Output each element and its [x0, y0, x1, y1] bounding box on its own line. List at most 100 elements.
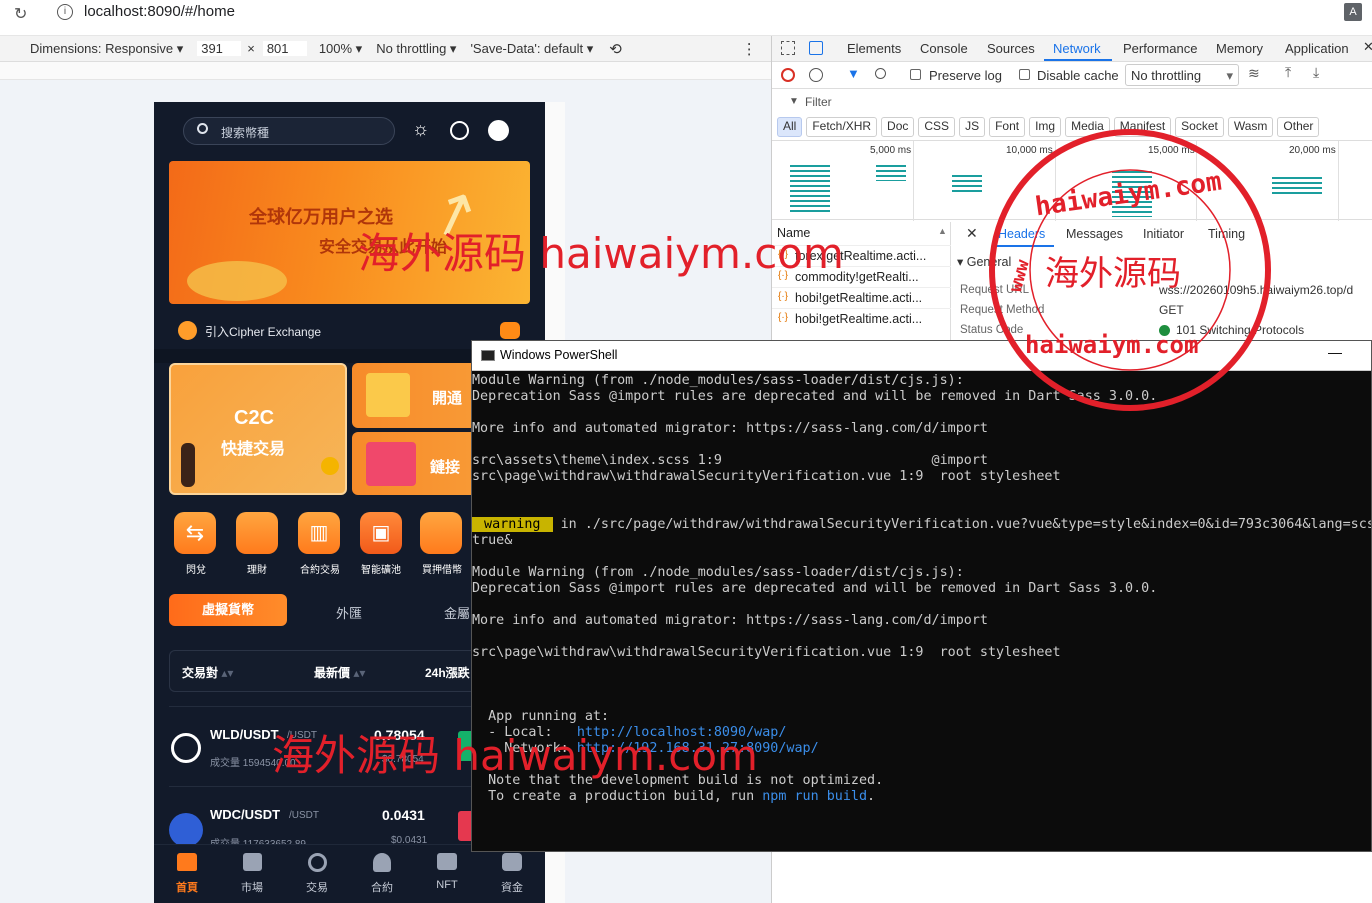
tab-performance[interactable]: Performance	[1123, 41, 1197, 56]
notice-bar[interactable]: 引入Cipher Exchange	[178, 320, 523, 340]
browser-address-bar: ↻ i localhost:8090/#/home A	[0, 0, 1372, 36]
site-info-icon[interactable]: i	[57, 4, 73, 20]
throttle-select[interactable]: No throttling ▾	[1125, 64, 1239, 86]
header-change[interactable]: 24h漲跌	[425, 664, 470, 681]
theme-toggle-icon[interactable]: ☼	[412, 119, 429, 141]
seal-center-text: 海外源码	[1045, 254, 1181, 294]
terminal-line: More info and automated migrator: https:…	[472, 421, 988, 436]
url-text[interactable]: localhost:8090/#/home	[84, 3, 235, 20]
xhr-icon: {·}	[778, 291, 789, 302]
zoom-select[interactable]: 100% ▾	[319, 41, 362, 57]
open-card-label: 開通	[432, 390, 463, 407]
dimensions-select[interactable]: Dimensions: Responsive ▾	[30, 41, 183, 57]
translate-icon[interactable]: A	[1344, 3, 1362, 21]
coin-icon	[321, 457, 339, 475]
powershell-icon	[481, 350, 495, 361]
tab-sources[interactable]: Sources	[987, 41, 1035, 56]
timeline-bars	[952, 175, 982, 195]
tab-memory[interactable]: Memory	[1216, 41, 1263, 56]
timeline-bars	[876, 165, 906, 181]
bottom-nav: 首頁 市場 交易 合約 NFT 資金	[154, 844, 545, 903]
tab-forex[interactable]: 外匯	[336, 603, 362, 622]
pair-quote: /USDT	[289, 810, 319, 821]
terminal-line: src\page\withdraw\withdrawalSecurityVeri…	[472, 645, 1061, 660]
wifi-icon[interactable]: ≋	[1248, 65, 1260, 82]
tab-network[interactable]: Network	[1053, 41, 1101, 56]
account-icon[interactable]	[488, 120, 509, 141]
note-fragment: .	[867, 789, 876, 804]
save-data-select[interactable]: 'Save-Data': default ▾	[470, 41, 593, 57]
throttle-select[interactable]: No throttling ▾	[376, 41, 456, 57]
nav-home[interactable]: 首頁	[170, 853, 204, 895]
header-price[interactable]: 最新價 ▴▾	[314, 664, 365, 681]
bar-chart-icon: ▥	[298, 512, 340, 554]
height-input[interactable]: 801	[262, 41, 307, 56]
filter-all[interactable]: All	[777, 117, 803, 137]
filter-input[interactable]: Filter	[805, 95, 832, 109]
clear-icon[interactable]	[809, 68, 823, 82]
close-details-icon[interactable]: ✕	[966, 225, 978, 242]
minimize-button[interactable]: —	[1328, 344, 1342, 360]
export-icon[interactable]: ⤓	[1313, 64, 1319, 81]
wld-coin-icon	[171, 733, 201, 763]
nav-nft[interactable]: NFT	[430, 853, 464, 891]
filter-css[interactable]: CSS	[918, 117, 956, 137]
c2c-card[interactable]: C2C 快捷交易	[169, 363, 347, 495]
nav-label: 首頁	[176, 882, 198, 894]
notice-menu-icon[interactable]	[500, 322, 520, 339]
xhr-icon: {·}	[778, 312, 789, 323]
c2c-title: C2C	[234, 407, 275, 429]
nav-label: 交易	[306, 882, 328, 894]
close-icon[interactable]: ✕	[1363, 39, 1372, 55]
tab-elements[interactable]: Elements	[847, 41, 901, 56]
action-label: 智能礦池	[361, 565, 401, 576]
language-icon[interactable]	[450, 121, 469, 140]
search-input[interactable]: 搜索幣種	[221, 124, 269, 141]
watermark-text: 海外源码 haiwaiym.com	[358, 229, 844, 278]
timeline-bars	[790, 165, 830, 213]
action-label: 買押借幣	[422, 565, 462, 576]
tab-crypto[interactable]: 虛擬貨幣	[169, 594, 287, 626]
filter-doc[interactable]: Doc	[881, 117, 915, 137]
width-input[interactable]: 391	[197, 41, 242, 56]
warning-badge: warning	[472, 517, 553, 532]
terminal-line: More info and automated migrator: https:…	[472, 613, 988, 628]
filter-js[interactable]: JS	[959, 117, 986, 137]
nav-contract[interactable]: 合約	[365, 853, 399, 895]
more-options-icon[interactable]: ⋮	[742, 40, 757, 58]
disable-cache-checkbox[interactable]	[1019, 69, 1030, 80]
filter-fetch-xhr[interactable]: Fetch/XHR	[806, 117, 878, 137]
list-item[interactable]: {·} hobi!getRealtime.acti...	[772, 308, 951, 329]
tab-metals[interactable]: 金屬	[444, 603, 470, 622]
funds-icon	[502, 853, 522, 871]
search-icon[interactable]	[875, 68, 886, 79]
nav-trade[interactable]: 交易	[300, 853, 334, 895]
link-card-label: 鏈接	[430, 459, 461, 476]
record-icon[interactable]	[781, 68, 795, 82]
inspect-element-icon[interactable]	[781, 41, 795, 55]
preserve-log-checkbox[interactable]	[910, 69, 921, 80]
devtools-tabbar: Elements Console Sources Network Perform…	[772, 36, 1372, 62]
tab-console[interactable]: Console	[920, 41, 968, 56]
reload-icon[interactable]: ↻	[14, 4, 27, 24]
nav-funds[interactable]: 資金	[495, 853, 529, 895]
import-icon[interactable]: ⤒	[1285, 64, 1291, 81]
swap-icon: ⇆	[174, 512, 216, 554]
device-toggle-icon[interactable]	[809, 41, 823, 55]
chip-icon: ▣	[360, 512, 402, 554]
filter-icon[interactable]: ▼	[847, 66, 860, 81]
terminal-line: src\assets\theme\index.scss 1:9 @import	[472, 453, 988, 468]
search-bar[interactable]: 搜索幣種	[183, 117, 395, 145]
network-toolbar: ▼ Preserve log Disable cache No throttli…	[772, 63, 1372, 89]
nav-market[interactable]: 市場	[235, 853, 269, 895]
filter-other[interactable]: Other	[1277, 117, 1320, 137]
tab-application[interactable]: Application	[1285, 41, 1349, 56]
rotate-icon[interactable]: ⟲	[609, 40, 622, 58]
wdc-coin-icon	[169, 813, 203, 847]
list-item[interactable]: {·} hobi!getRealtime.acti...	[772, 287, 951, 308]
header-pair[interactable]: 交易對 ▴▾	[182, 664, 233, 681]
